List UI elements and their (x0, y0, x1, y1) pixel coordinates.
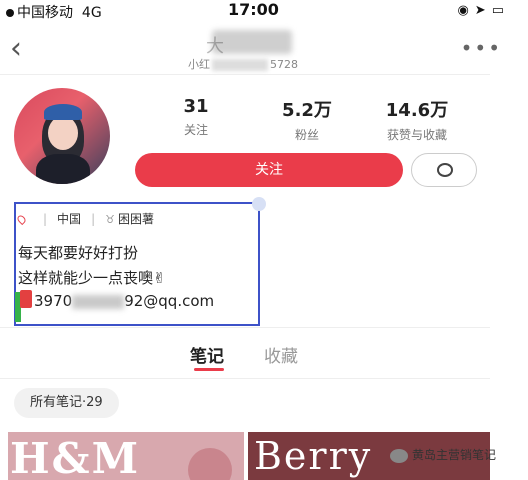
nav-divider (0, 74, 490, 75)
bio-email: 3970 92@qq.com (34, 292, 214, 310)
user-id: 小红 5728 (188, 56, 298, 72)
tab-notes[interactable]: 笔记 (190, 342, 224, 367)
wechat-icon (390, 448, 408, 463)
more-options-icon[interactable]: ••• (461, 36, 502, 60)
profile-tags: | 中国 | ♉ 困困薯 (15, 210, 154, 227)
note-card-title: H&M (10, 434, 141, 480)
tab-favorites[interactable]: 收藏 (264, 342, 298, 367)
avatar-cap (44, 104, 82, 120)
email-blur (72, 294, 125, 309)
chat-bubble-icon (437, 163, 453, 177)
carrier-info: 中国移动 4G (6, 2, 102, 22)
active-tab-indicator (194, 368, 224, 371)
stat-likes-label: 获赞与收藏 (386, 128, 447, 142)
bio-line-2: 这样就能少一点丧噢✌ (18, 269, 166, 287)
top-nav: ‹ 大 小红 5728 ••• (0, 26, 528, 76)
note-card[interactable]: H&M (8, 432, 244, 480)
stat-following-value: 31 (183, 96, 209, 117)
status-bar: 中国移动 4G 17:00 ◉➤▭ (0, 0, 528, 26)
network-type: 4G (81, 5, 102, 21)
stat-likes[interactable]: 14.6万 获赞与收藏 (378, 96, 456, 143)
nav-title: 大 (206, 36, 224, 57)
signal-icon (6, 9, 14, 17)
stat-followers-value: 5.2万 (282, 100, 332, 121)
location-arrow-icon: ➤ (474, 3, 492, 18)
annotation-corner (252, 197, 266, 211)
user-id-prefix: 小红 (188, 58, 210, 71)
user-id-blur (212, 59, 268, 71)
stat-followers-label: 粉丝 (294, 128, 319, 142)
bio-line-1: 每天都要好好打扮 (18, 244, 139, 262)
mailbox-icon (20, 290, 32, 308)
section-divider (0, 327, 490, 328)
status-icons: ◉➤▭ (457, 3, 510, 18)
location-pin-icon (15, 213, 28, 226)
back-icon[interactable]: ‹ (10, 34, 22, 64)
stat-following[interactable]: 31 关注 (170, 96, 222, 138)
tabs-divider (0, 378, 490, 379)
follow-button[interactable]: 关注 (135, 153, 403, 187)
nav-title-blur (212, 30, 292, 54)
stat-likes-value: 14.6万 (385, 100, 449, 121)
tag-separator: | (43, 212, 48, 226)
lock-rotation-icon: ◉ (457, 3, 475, 18)
email-prefix: 3970 (34, 292, 73, 310)
zodiac-tag: 困困薯 (117, 212, 154, 226)
all-notes-filter[interactable]: 所有笔记·29 (14, 388, 119, 418)
clock: 17:00 (228, 0, 279, 19)
zodiac-icon: ♉ (105, 213, 115, 226)
stat-followers[interactable]: 5.2万 粉丝 (274, 96, 340, 143)
tag-separator: | (91, 212, 96, 226)
user-id-suffix: 5728 (270, 58, 298, 71)
bio-section: | 中国 | ♉ 困困薯 每天都要好好打扮 这样就能少一点丧噢✌ 3970 92@qq.c… (14, 197, 266, 326)
avatar-face (48, 116, 78, 150)
watermark: 黄岛主营销笔记 (390, 446, 496, 463)
stat-following-label: 关注 (183, 123, 208, 137)
watermark-text: 黄岛主营销笔记 (412, 448, 497, 462)
avatar-body (36, 154, 90, 184)
avatar[interactable] (14, 88, 110, 184)
message-button[interactable] (411, 153, 477, 187)
note-card-decoration (188, 448, 232, 480)
battery-icon: ▭ (491, 3, 510, 18)
location-tag: 中国 (57, 212, 82, 226)
note-card-title: Berry (254, 434, 373, 478)
carrier-name: 中国移动 (17, 5, 73, 21)
email-suffix: 92@qq.com (124, 292, 215, 310)
